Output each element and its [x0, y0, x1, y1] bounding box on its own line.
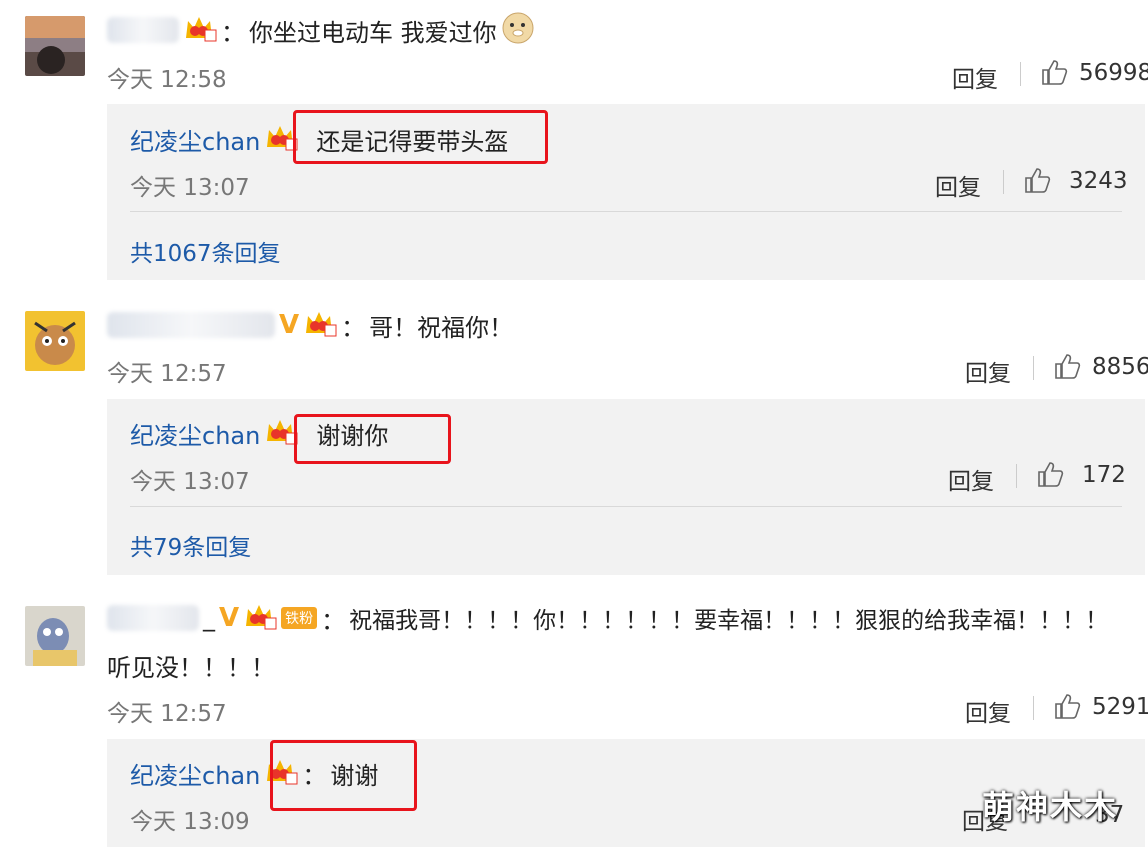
- avatar-image: [25, 16, 85, 76]
- comment-header: _ V 铁粉 ： 祝福我哥！！！！你！！！！！！要幸福！！！！狠狠的给我幸福！！…: [107, 602, 1109, 635]
- reply-username[interactable]: 纪凌尘chan: [130, 416, 260, 451]
- divider: [1033, 356, 1034, 380]
- crown-icon: [243, 602, 277, 634]
- reply-button[interactable]: 回复: [935, 168, 981, 202]
- crown-icon: [183, 14, 217, 46]
- like-count: 56998: [1079, 60, 1148, 86]
- avatar[interactable]: [25, 16, 85, 76]
- divider-line: [130, 211, 1122, 212]
- like-count: 5291: [1092, 694, 1148, 720]
- username-suffix: _: [203, 604, 215, 632]
- v-verified-icon: V: [279, 310, 300, 340]
- thumbs-up-icon[interactable]: [1040, 58, 1068, 90]
- reply-button[interactable]: 回复: [965, 354, 1011, 388]
- comment-time: 今天 12:57: [107, 701, 227, 727]
- reply-username[interactable]: 纪凌尘chan: [130, 122, 260, 157]
- divider: [1020, 62, 1021, 86]
- colon: ：: [341, 313, 366, 342]
- comment-text: 哥！祝福你！: [369, 313, 514, 342]
- comment-time: 今天 12:57: [107, 361, 227, 387]
- reply-time: 今天 13:07: [130, 469, 250, 495]
- colon: ：: [221, 18, 245, 47]
- reply-time: 今天 13:09: [130, 809, 250, 835]
- comment-text: 你坐过电动车 我爱过你: [249, 18, 497, 47]
- thumbs-up-icon[interactable]: [1036, 460, 1064, 492]
- avatar-image: [25, 606, 85, 666]
- thumbs-up-icon[interactable]: [1053, 352, 1081, 384]
- reply-username[interactable]: 纪凌尘chan: [130, 756, 260, 791]
- divider-line: [130, 506, 1122, 507]
- more-replies-link[interactable]: 共1067条回复: [130, 234, 281, 268]
- like-count: 172: [1082, 462, 1126, 488]
- divider: [1003, 170, 1004, 194]
- thumbs-up-icon[interactable]: [1023, 166, 1051, 198]
- more-replies-link[interactable]: 共79条回复: [130, 528, 251, 562]
- comment-header: ： 你坐过电动车 我爱过你: [107, 11, 535, 49]
- fan-badge: 铁粉: [281, 607, 318, 629]
- highlight-box: [270, 740, 417, 811]
- comment-text-line2: 听见没！！！！: [107, 654, 275, 682]
- username-redacted[interactable]: [107, 605, 199, 631]
- reply-button[interactable]: 回复: [965, 694, 1011, 728]
- avatar[interactable]: [25, 311, 85, 371]
- highlight-box: [293, 110, 548, 164]
- colon: ：: [321, 606, 346, 635]
- v-verified-icon: V: [219, 603, 240, 633]
- comment-header: V ： 哥！祝福你！: [107, 309, 514, 342]
- avatar[interactable]: [25, 606, 85, 666]
- watermark: 萌神木木: [982, 788, 1119, 826]
- reply-time: 今天 13:07: [130, 175, 250, 201]
- highlight-box: [294, 414, 451, 464]
- thumbs-up-icon[interactable]: [1053, 692, 1081, 724]
- divider: [1033, 696, 1034, 720]
- reply-button[interactable]: 回复: [952, 60, 998, 94]
- comment-text: 祝福我哥！！！！你！！！！！！要幸福！！！！狠狠的给我幸福！！！！: [349, 608, 1109, 634]
- reply-button[interactable]: 回复: [948, 462, 994, 496]
- crown-icon: [303, 309, 337, 341]
- comment-time: 今天 12:58: [107, 67, 227, 93]
- divider: [1016, 464, 1017, 488]
- doge-emoji-icon: [501, 11, 535, 49]
- avatar-image: [25, 311, 85, 371]
- username-redacted[interactable]: [107, 312, 275, 338]
- like-count: 8856: [1092, 354, 1148, 380]
- like-count: 3243: [1069, 168, 1128, 194]
- username-redacted[interactable]: [107, 17, 179, 43]
